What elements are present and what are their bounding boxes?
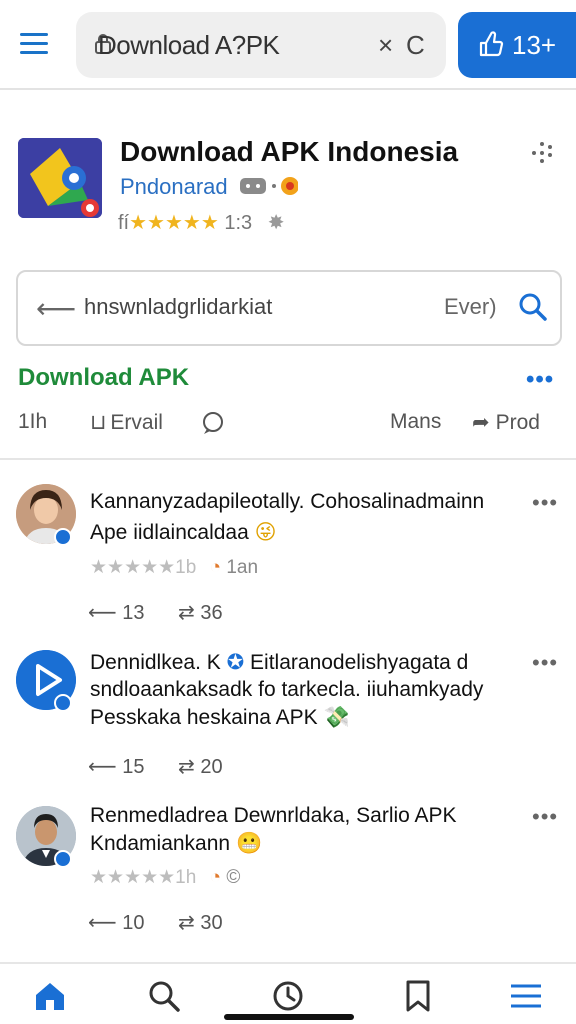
post-text: Pesskaka heskaina APK 💸 xyxy=(90,706,350,730)
clock-icon: ◔ xyxy=(209,557,222,578)
post-rating: ★★★★★1b xyxy=(90,557,197,578)
address-bar[interactable]: Download A?PK × C xyxy=(76,12,446,78)
more-options-icon[interactable] xyxy=(528,142,556,164)
home-icon[interactable] xyxy=(32,978,68,1014)
clock-icon: ◔ xyxy=(209,867,222,888)
verified-badge-icon xyxy=(54,528,72,546)
post-text-line: Ape iidlaincaldaa xyxy=(90,521,249,544)
post-time: © xyxy=(226,867,241,888)
inbox-icon: ⊔ xyxy=(90,411,107,434)
reply-button[interactable]: ⟵ 13 xyxy=(88,600,144,625)
app-logo xyxy=(18,138,102,218)
bookmark-icon[interactable] xyxy=(400,978,436,1014)
divider xyxy=(0,458,576,460)
emoji-icon: 😬 xyxy=(235,832,263,855)
verified-icon: ✪ xyxy=(226,651,245,674)
rating-stars: ★★★★★ xyxy=(129,212,219,234)
repost-button[interactable]: ⇄ 36 xyxy=(178,600,223,625)
verified-badge-icon xyxy=(54,850,72,868)
repost-count: 30 xyxy=(200,912,223,934)
post-text: Kndamiankann 😬 xyxy=(90,832,262,856)
reply-count: 10 xyxy=(122,912,145,934)
reload-icon[interactable]: C xyxy=(406,30,425,61)
post-actions: ⟵ 13 ⇄ 36 xyxy=(88,600,251,625)
reply-icon: ⟵ xyxy=(88,602,123,624)
reply-icon: ⟵ xyxy=(88,756,123,778)
post-meta: ★★★★★1b ◔ 1an xyxy=(90,556,258,579)
repost-icon: ⇄ xyxy=(178,602,201,624)
post-more-icon[interactable]: ••• xyxy=(532,650,558,676)
repost-count: 20 xyxy=(200,756,223,778)
home-indicator xyxy=(224,1014,354,1020)
tab-email-label: Ervail xyxy=(110,411,163,434)
controller-icon xyxy=(238,174,299,204)
post-author-name: Dennidlkea. K xyxy=(90,651,221,674)
search-nav-icon[interactable] xyxy=(146,978,182,1014)
post-meta: ★★★★★1h ◔ © xyxy=(90,866,240,889)
share-icon: ➦ xyxy=(472,411,490,434)
post-rating: ★★★★★1h xyxy=(90,867,197,888)
tab-email[interactable]: ⊔ Ervail xyxy=(90,410,163,435)
thumbs-up-icon xyxy=(479,31,504,57)
post-actions: ⟵ 15 ⇄ 20 xyxy=(88,754,251,779)
reply-count: 15 xyxy=(122,756,145,778)
reply-icon: ⟵ xyxy=(88,912,123,934)
app-rating: fí★★★★★ 1:3 ✸ xyxy=(118,210,284,235)
section-title: Download APK xyxy=(18,364,190,391)
search-input[interactable]: hnswnladgrlidarkiat xyxy=(84,294,272,320)
search-field[interactable]: ⟵ hnswnladgrlidarkiat Ever) xyxy=(16,270,562,346)
post-author[interactable]: Dennidlkea. K ✪ Eitlaranodelishyagata d xyxy=(90,650,468,675)
search-icon[interactable] xyxy=(518,292,548,322)
post-text-line: Pesskaka heskaina APK xyxy=(90,706,318,729)
menu-nav-icon[interactable] xyxy=(508,978,544,1014)
rating-prefix: fí xyxy=(118,212,130,234)
tab-mans[interactable]: Mans xyxy=(390,410,441,434)
tab-prod-label: Prod xyxy=(495,411,540,434)
tab-prod[interactable]: ➦ Prod xyxy=(472,410,540,435)
settings-icon: ✸ xyxy=(267,212,285,234)
post-more-icon[interactable]: ••• xyxy=(532,804,558,830)
post-author[interactable]: Renmedladrea Dewnrldaka, Sarlio APK xyxy=(90,804,457,828)
repost-count: 36 xyxy=(200,602,223,624)
reply-button[interactable]: ⟵ 15 xyxy=(88,754,144,779)
like-count: 13+ xyxy=(512,30,557,60)
repost-icon: ⇄ xyxy=(178,756,201,778)
back-arrow-icon[interactable]: ⟵ xyxy=(36,292,76,325)
rating-value: 1:3 xyxy=(224,212,253,234)
post-actions: ⟵ 10 ⇄ 30 xyxy=(88,910,251,935)
post-more-icon[interactable]: ••• xyxy=(532,490,558,516)
app-title: Download APK Indonesia xyxy=(120,136,459,167)
clear-icon[interactable]: × xyxy=(378,30,393,61)
address-text: Download A?PK xyxy=(98,30,280,60)
reply-button[interactable]: ⟵ 10 xyxy=(88,910,144,935)
repost-icon: ⇄ xyxy=(178,912,201,934)
emoji-icon: 😜 xyxy=(254,521,277,544)
post-author-suffix: Eitlaranodelishyagata d xyxy=(250,651,469,674)
reply-count: 13 xyxy=(122,602,145,624)
app-subtitle[interactable]: Pndonarad xyxy=(120,174,228,200)
search-hint: Ever) xyxy=(444,294,497,319)
verified-badge-icon xyxy=(54,694,72,712)
history-icon[interactable] xyxy=(270,978,306,1014)
repost-button[interactable]: ⇄ 20 xyxy=(178,754,223,779)
top-bar: Download A?PK × C 13+ xyxy=(0,0,576,90)
comment-icon[interactable] xyxy=(200,410,226,442)
menu-icon[interactable] xyxy=(18,30,52,58)
action-row: 1Ih ⊔ Ervail Mans ➦ Prod xyxy=(0,404,576,444)
tab-count[interactable]: 1Ih xyxy=(18,410,47,434)
money-icon: 💸 xyxy=(323,706,350,729)
post-time: 1an xyxy=(226,557,259,578)
like-button[interactable]: 13+ xyxy=(458,12,576,78)
section-more-icon[interactable]: ••• xyxy=(526,366,554,394)
repost-button[interactable]: ⇄ 30 xyxy=(178,910,223,935)
post-text: Ape iidlaincaldaa 😜 xyxy=(90,520,277,545)
post-author[interactable]: Kannanyzadapileotally. Cohosalinadmainn xyxy=(90,490,484,514)
post-text-line: sndloaankaksadk fo tarkecla. iiuhamkyady xyxy=(90,678,484,701)
post-text-line: Kndamiankann xyxy=(90,832,231,855)
